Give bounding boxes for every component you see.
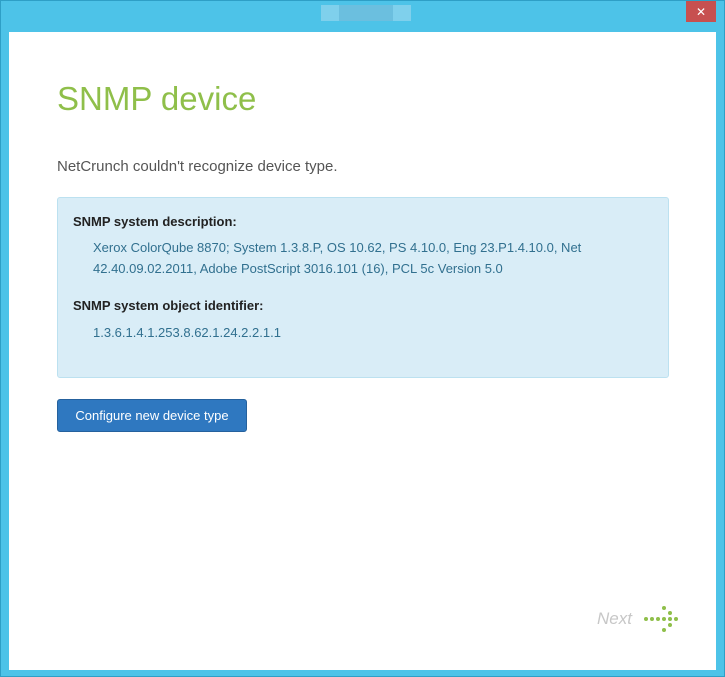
snmp-oid-label: SNMP system object identifier: (73, 298, 264, 313)
wizard-content: SNMP device NetCrunch couldn't recognize… (9, 32, 716, 670)
snmp-oid-value: 1.3.6.1.4.1.253.8.62.1.24.2.2.1.1 (93, 325, 281, 340)
snmp-description-label: SNMP system description: (73, 214, 237, 229)
close-icon: ✕ (695, 4, 707, 19)
close-button[interactable]: ✕ (686, 1, 716, 22)
snmp-info-panel: SNMP system description: Xerox ColorQube… (57, 197, 669, 378)
configure-new-device-type-button[interactable]: Configure new device type (57, 399, 247, 432)
page-subtitle: NetCrunch couldn't recognize device type… (57, 158, 338, 175)
snmp-description-value: Xerox ColorQube 8870; System 1.3.8.P, OS… (93, 240, 582, 276)
page-title: SNMP device (57, 80, 257, 117)
next-label: Next (597, 609, 632, 628)
window-title-blurred (321, 5, 411, 21)
title-bar[interactable]: ✕ (1, 1, 724, 31)
dotted-arrow-right-icon (643, 606, 678, 632)
next-button[interactable]: Next (597, 604, 682, 634)
wizard-window: ✕ SNMP device NetCrunch couldn't recogni… (0, 0, 725, 677)
